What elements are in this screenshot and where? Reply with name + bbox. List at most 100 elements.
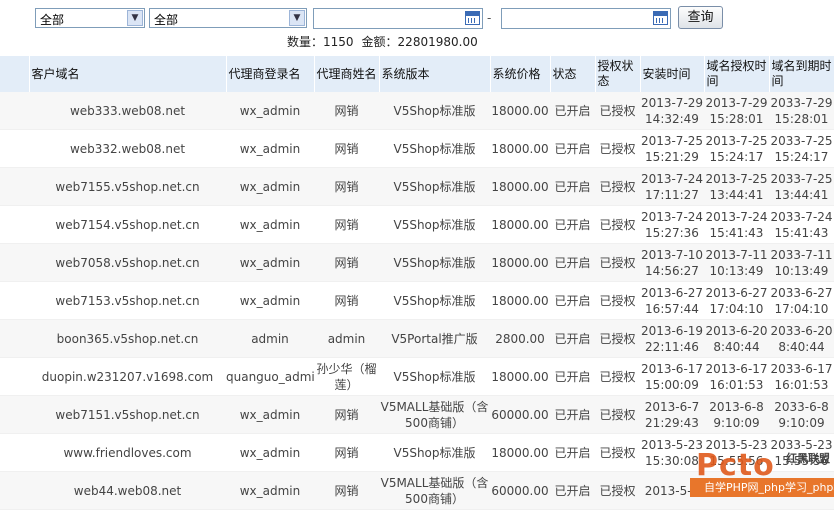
- expire-time-cell: 2033-7-11 10:13:49: [769, 243, 834, 282]
- date-text: 2013-7-25: [640, 133, 704, 148]
- table-header: 客户域名 代理商登录名 代理商姓名 系统版本 系统价格 状态 授权状态 安装时间…: [0, 56, 834, 92]
- table-row[interactable]: web7153.v5shop.net.cn wx_admin 网销 V5Shop标准版…: [0, 281, 834, 320]
- auth-status-cell: 已授权: [595, 319, 640, 358]
- col-header[interactable]: 客户域名: [29, 56, 227, 92]
- time-text: 9:10:09: [778, 415, 825, 430]
- table-row[interactable]: web332.web08.net wx_admin 网销 V5Shop标准版 18000…: [0, 129, 834, 168]
- login-cell: wx_admin: [226, 471, 314, 510]
- date-text: 2013-7-25: [705, 171, 768, 186]
- auth-status-cell: 已授权: [595, 395, 640, 434]
- row-spacer: [0, 205, 29, 244]
- expire-time-cell: 2033-6-20 8:40:44: [769, 319, 834, 358]
- table-row[interactable]: duopin.w231207.v1698.com quanguo_admin 孙少华…: [0, 357, 834, 396]
- install-time-cell: 2013-6-19 22:11:46: [640, 319, 704, 358]
- table-row[interactable]: web7058.v5shop.net.cn wx_admin 网销 V5Shop标准版…: [0, 243, 834, 282]
- date-text: 2033-6-20: [770, 323, 833, 338]
- col-header[interactable]: 安装时间: [640, 56, 705, 92]
- time-text: 16:01:53: [774, 377, 829, 392]
- table-row[interactable]: boon365.v5shop.net.cn admin admin V5Portal推…: [0, 319, 834, 358]
- version-cell: V5MALL基础版（含500商铺）: [379, 395, 490, 434]
- login-cell: wx_admin: [226, 395, 314, 434]
- row-spacer: [0, 433, 29, 472]
- agent-name-cell: 网销: [314, 471, 379, 510]
- version-cell: V5Shop标准版: [379, 129, 490, 168]
- col-header[interactable]: 代理商登录名: [226, 56, 315, 92]
- status-cell: 已开启: [550, 395, 595, 434]
- date-text: 2033-7-24: [770, 209, 833, 224]
- date-text: 2013-6-17: [640, 361, 704, 376]
- version-select[interactable]: 全部 ▼: [149, 8, 307, 28]
- date-text: 2013-7-29: [640, 95, 704, 110]
- col-header[interactable]: 域名授权时间: [704, 56, 770, 92]
- status-cell: 已开启: [550, 129, 595, 168]
- time-text: 17:04:10: [709, 301, 764, 316]
- start-date-input[interactable]: [313, 8, 483, 29]
- time-text: 13:44:41: [774, 187, 829, 202]
- col-header[interactable]: 状态: [550, 56, 596, 92]
- date-text: 2013-6-8: [709, 399, 764, 414]
- version-select-value: 全部: [154, 13, 179, 27]
- col-header[interactable]: 系统版本: [379, 56, 491, 92]
- time-text: 15:41:43: [774, 225, 829, 240]
- domain-cell: web332.web08.net: [29, 129, 226, 168]
- install-time-cell: 2013-7-29 14:32:49: [640, 92, 704, 130]
- chevron-down-icon[interactable]: ▼: [127, 10, 143, 26]
- table-row[interactable]: web7151.v5shop.net.cn wx_admin 网销 V5MALL基础版…: [0, 395, 834, 434]
- auth-time-cell: 2013-6-20 8:40:44: [704, 319, 769, 358]
- col-header[interactable]: 授权状态: [595, 56, 641, 92]
- time-text: 15:24:17: [709, 149, 764, 164]
- auth-time-cell: 2013-6-27 17:04:10: [704, 281, 769, 320]
- date-text: 2013-6-27: [705, 285, 768, 300]
- auth-status-cell: 已授权: [595, 243, 640, 282]
- date-text: 2033-7-25: [770, 133, 833, 148]
- date-text: 2013-7-10: [640, 247, 704, 262]
- calendar-icon[interactable]: [465, 11, 480, 25]
- version-cell: V5Shop标准版: [379, 205, 490, 244]
- time-text: 15:24:17: [774, 149, 829, 164]
- record-count: 数量：1150: [287, 35, 354, 49]
- login-cell: quanguo_admin: [226, 357, 314, 396]
- time-text: 14:32:49: [645, 111, 699, 126]
- agent-name-cell: admin: [314, 319, 379, 358]
- chevron-down-icon[interactable]: ▼: [289, 10, 305, 26]
- auth-time-cell: 2013-7-25 13:44:41: [704, 167, 769, 206]
- time-text: 8:40:44: [778, 339, 825, 354]
- version-cell: V5Shop标准版: [379, 92, 490, 130]
- query-button[interactable]: 查询: [678, 6, 723, 29]
- status-cell: 已开启: [550, 205, 595, 244]
- calendar-icon[interactable]: [653, 11, 668, 25]
- login-cell: wx_admin: [226, 433, 314, 472]
- expire-time-cell: 2033-7-25 15:24:17: [769, 129, 834, 168]
- auth-status-cell: 已授权: [595, 357, 640, 396]
- time-text: 15:27:36: [645, 225, 699, 240]
- time-text: 16:57:44: [645, 301, 699, 316]
- time-text: 14:56:27: [645, 263, 699, 278]
- version-cell: V5MALL基础版（含500商铺）: [379, 471, 490, 510]
- version-cell: V5Shop标准版: [379, 167, 490, 206]
- table-row[interactable]: web7154.v5shop.net.cn wx_admin 网销 V5Shop标准版…: [0, 205, 834, 244]
- agent-name-cell: 网销: [314, 167, 379, 206]
- col-header[interactable]: 系统价格: [490, 56, 551, 92]
- domain-cell: web7154.v5shop.net.cn: [29, 205, 226, 244]
- date-separator: -: [487, 11, 492, 25]
- expire-time-cell: 2033-7-29 15:28:01: [769, 92, 834, 130]
- date-text: 2013-7-24: [640, 171, 704, 186]
- col-header[interactable]: 域名到期时间: [769, 56, 834, 92]
- login-cell: admin: [226, 319, 314, 358]
- table-row[interactable]: web333.web08.net wx_admin 网销 V5Shop标准版 18000…: [0, 92, 834, 130]
- row-spacer: [0, 281, 29, 320]
- agent-name-cell: 网销: [314, 205, 379, 244]
- time-text: 15:28:01: [709, 111, 764, 126]
- expire-time-cell: 2033-7-25 13:44:41: [769, 167, 834, 206]
- agent-name-cell: 网销: [314, 395, 379, 434]
- agent-select[interactable]: 全部 ▼: [35, 8, 145, 28]
- time-text: 15:21:29: [645, 149, 699, 164]
- time-text: 15:28:01: [774, 111, 829, 126]
- login-cell: wx_admin: [226, 243, 314, 282]
- status-cell: 已开启: [550, 433, 595, 472]
- table-row[interactable]: web7155.v5shop.net.cn wx_admin 网销 V5Shop标准版…: [0, 167, 834, 206]
- row-spacer: [0, 319, 29, 358]
- time-text: 10:13:49: [709, 263, 764, 278]
- end-date-input[interactable]: [501, 8, 671, 29]
- col-header[interactable]: 代理商姓名: [314, 56, 380, 92]
